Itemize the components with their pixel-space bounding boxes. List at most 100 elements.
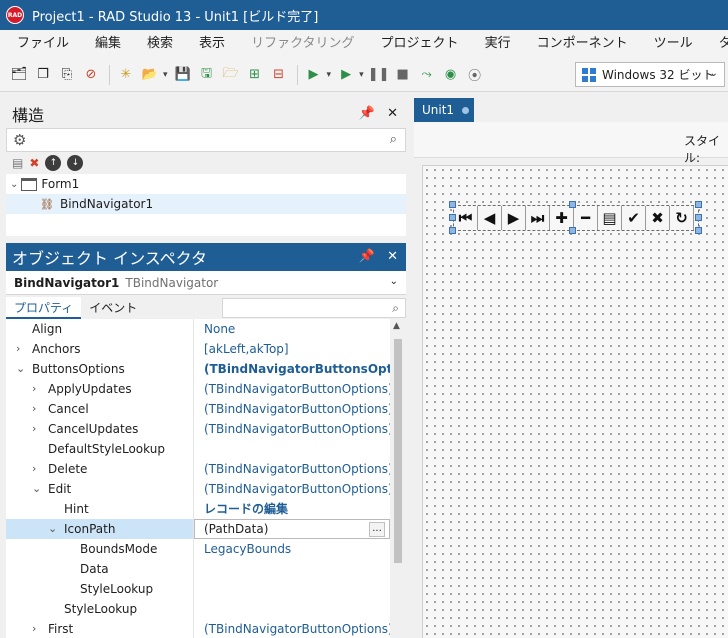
component-selector[interactable]: BindNavigator1 TBindNavigator ⌄ <box>6 271 406 295</box>
chevron-right-icon[interactable]: › <box>32 619 36 638</box>
property-row[interactable]: Data <box>6 559 390 579</box>
chevron-down-icon[interactable]: ⌄ <box>16 359 25 379</box>
pin-icon[interactable]: 📌 <box>359 106 375 121</box>
property-row[interactable]: StyleLookup <box>6 579 390 599</box>
property-row[interactable]: Hint レコードの編集 <box>6 499 390 519</box>
open-folder-icon[interactable]: 📂 <box>139 64 161 86</box>
tree-item-bindnavigator1[interactable]: ⛓ BindNavigator1 <box>6 194 406 214</box>
prior-record-icon[interactable]: ◀ <box>478 206 502 230</box>
scrollbar-thumb[interactable] <box>394 339 402 563</box>
property-value[interactable]: (TBindNavigatorButtonOptions) <box>204 399 390 419</box>
property-value[interactable]: レコードの編集 <box>204 499 288 519</box>
property-value[interactable]: (TBindNavigatorButtonsOptions) <box>204 359 390 379</box>
property-row[interactable]: › ApplyUpdates (TBindNavigatorButtonOption… <box>6 379 390 399</box>
next-record-icon[interactable]: ▶ <box>502 206 526 230</box>
new-item-icon[interactable]: ▤ <box>12 156 23 170</box>
delete-item-icon[interactable]: ✖ <box>29 156 39 170</box>
add-file-icon[interactable]: ⊞ <box>244 64 266 86</box>
menu-item[interactable]: 表示 <box>186 30 238 58</box>
property-value[interactable]: (TBindNavigatorButtonOptions) <box>204 379 390 399</box>
form-designer-canvas[interactable] <box>422 165 728 638</box>
first-record-icon[interactable]: ⏮ <box>454 206 478 230</box>
delete-record-icon[interactable]: ━ <box>574 206 598 230</box>
menu-item[interactable]: ファイル <box>4 30 82 58</box>
menu-item[interactable]: 検索 <box>134 30 186 58</box>
ellipsis-button[interactable]: ... <box>369 522 385 537</box>
property-row[interactable]: › Anchors [akLeft,akTop] <box>6 339 390 359</box>
step-over-icon[interactable]: ⤳ <box>416 64 438 86</box>
property-value[interactable]: (PathData) <box>204 519 268 539</box>
bind-navigator-component[interactable]: ⏮ ◀ ▶ ⏭ ✚ ━ ▤ ✔ ✖ ↻ <box>453 205 699 231</box>
property-row[interactable]: ... ⌄ IconPath (PathData) <box>6 519 390 539</box>
new-item-icon[interactable]: ✳ <box>115 64 137 86</box>
selection-handle[interactable] <box>449 201 456 208</box>
property-search-input[interactable]: ⌕ <box>222 298 406 318</box>
cancel-edit-icon[interactable]: ✖ <box>646 206 670 230</box>
save-icon[interactable]: 💾 <box>172 64 194 86</box>
property-row[interactable]: › Cancel (TBindNavigatorButtonOptions) <box>6 399 390 419</box>
target-platform-select[interactable]: Windows 32 ビット ⌄ <box>575 62 725 87</box>
tab-events[interactable]: イベント <box>81 297 145 319</box>
tab-unit1[interactable]: Unit1 <box>414 98 474 122</box>
property-row[interactable]: DefaultStyleLookup <box>6 439 390 459</box>
selection-handle[interactable] <box>695 227 702 234</box>
tree-item-form1[interactable]: ⌄ Form1 <box>6 174 406 194</box>
menu-item[interactable]: 編集 <box>82 30 134 58</box>
chevron-right-icon[interactable]: › <box>32 379 36 399</box>
property-value[interactable]: LegacyBounds <box>204 539 291 559</box>
open-dropdown-icon[interactable]: ▾ <box>163 70 168 80</box>
chevron-down-icon[interactable]: ⌄ <box>48 519 57 539</box>
menu-item[interactable]: リファクタリング <box>238 30 367 58</box>
edit-record-icon[interactable]: ▤ <box>598 206 622 230</box>
menu-item[interactable]: 実行 <box>472 30 524 58</box>
property-row[interactable]: › First (TBindNavigatorButtonOptions) <box>6 619 390 638</box>
project-manager-icon[interactable]: ⎘ <box>56 64 78 86</box>
property-row[interactable]: StyleLookup <box>6 599 390 619</box>
move-down-icon[interactable]: ↓ <box>67 155 84 171</box>
pause-icon[interactable]: ❚❚ <box>368 64 390 86</box>
close-icon[interactable]: ✕ <box>387 249 398 264</box>
windows-icon[interactable]: ❐ <box>32 64 54 86</box>
property-grid-scrollbar[interactable]: ▲ <box>390 319 406 638</box>
run-to-cursor-icon[interactable]: ⦿ <box>464 64 486 86</box>
structure-search-input[interactable]: ⚙ ⌕ <box>6 128 406 152</box>
run-without-debug-dropdown-icon[interactable]: ▾ <box>359 70 364 80</box>
property-value[interactable]: None <box>204 319 235 339</box>
run-icon[interactable]: ▶ <box>303 64 325 86</box>
menu-item[interactable]: ツール <box>641 30 706 58</box>
post-record-icon[interactable]: ✔ <box>622 206 646 230</box>
refresh-icon[interactable]: ↻ <box>670 206 694 230</box>
chevron-down-icon[interactable]: ⌄ <box>10 179 18 190</box>
selection-handle[interactable] <box>449 214 456 221</box>
pin-icon[interactable]: 📌 <box>359 249 375 264</box>
remove-file-icon[interactable]: ⊟ <box>268 64 290 86</box>
save-all-icon[interactable]: 🖫 <box>196 64 218 86</box>
property-row[interactable]: ⌄ Edit (TBindNavigatorButtonOptions) <box>6 479 390 499</box>
property-value[interactable]: (TBindNavigatorButtonOptions) <box>204 479 390 499</box>
menu-item[interactable]: コンポーネント <box>524 30 641 58</box>
menu-item[interactable]: プロジェクト <box>368 30 472 58</box>
chevron-right-icon[interactable]: › <box>32 399 36 419</box>
close-icon[interactable]: ✕ <box>387 106 398 121</box>
menu-item[interactable]: タブ <box>706 30 728 58</box>
selection-handle[interactable] <box>449 227 456 234</box>
gear-icon[interactable]: ⚙ <box>13 131 26 149</box>
run-without-debug-icon[interactable]: ▶ <box>335 64 357 86</box>
chevron-right-icon[interactable]: › <box>32 459 36 479</box>
property-row[interactable]: › CancelUpdates (TBindNavigatorButtonOptio… <box>6 419 390 439</box>
property-row[interactable]: › Delete (TBindNavigatorButtonOptions) <box>6 459 390 479</box>
property-row[interactable]: ⌄ ButtonsOptions (TBindNavigatorButtonsOpt… <box>6 359 390 379</box>
last-record-icon[interactable]: ⏭ <box>526 206 550 230</box>
property-row[interactable]: Align None <box>6 319 390 339</box>
property-value[interactable]: [akLeft,akTop] <box>204 339 289 359</box>
search-icon[interactable]: ⌕ <box>390 132 397 147</box>
property-value[interactable]: (TBindNavigatorButtonOptions) <box>204 619 390 638</box>
scroll-up-icon[interactable]: ▲ <box>393 321 400 331</box>
run-dropdown-icon[interactable]: ▾ <box>327 70 332 80</box>
no-debug-icon[interactable]: ⊘ <box>80 64 102 86</box>
open-project-icon[interactable]: 🗂 <box>8 64 30 86</box>
chevron-down-icon[interactable]: ⌄ <box>32 479 41 499</box>
property-row[interactable]: BoundsMode LegacyBounds <box>6 539 390 559</box>
selection-handle[interactable] <box>569 201 576 208</box>
selection-handle[interactable] <box>695 214 702 221</box>
